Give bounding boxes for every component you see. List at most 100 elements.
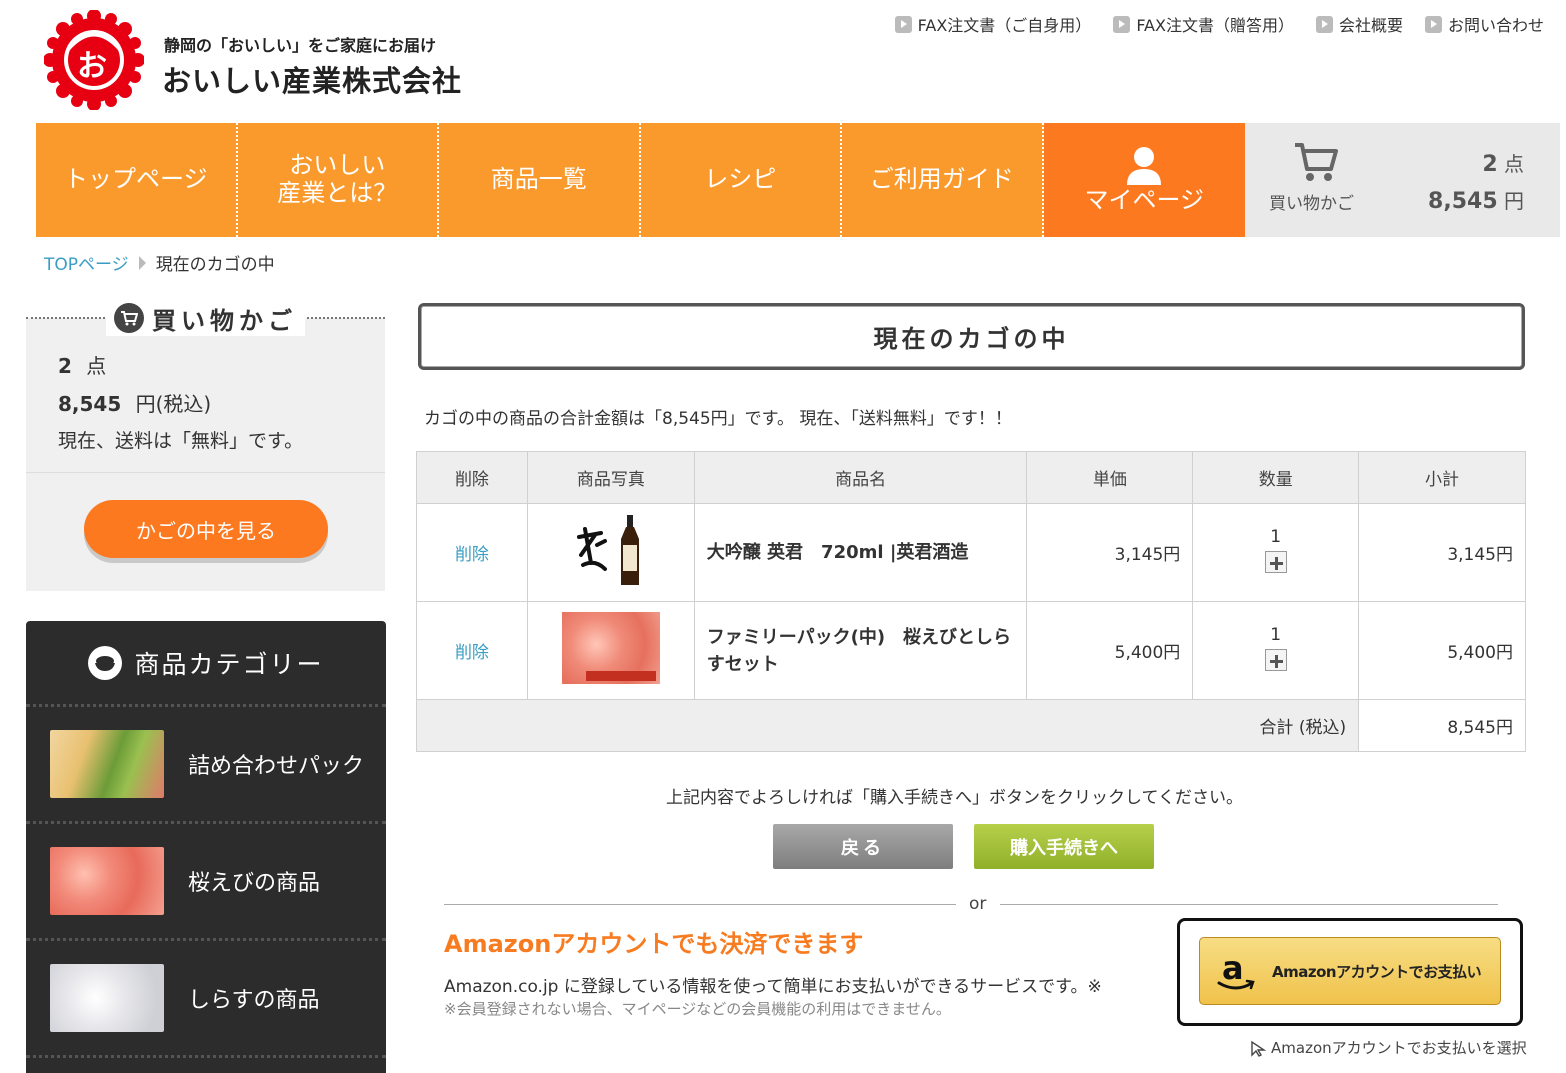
total-value: 8,545円 (1358, 699, 1526, 752)
sidebar-shipping-text: 現在、送料は「無料」です。 (58, 430, 304, 452)
nav-guide[interactable]: ご利用ガイド (842, 123, 1044, 237)
increase-quantity-button[interactable] (1264, 649, 1287, 671)
delete-link[interactable]: 削除 (455, 643, 489, 663)
sidebar-cart-title-text: 買い物かご (152, 306, 297, 335)
nav-recipes[interactable]: レシピ (640, 123, 842, 237)
category-thumbnail (50, 847, 164, 915)
util-link-label: 会社概要 (1338, 16, 1403, 35)
nav-about[interactable]: おいしい 産業とは？ (237, 123, 439, 237)
util-link-label: FAX注文書（ご自身用） (917, 16, 1092, 35)
quantity-cell: 1 (1192, 503, 1360, 602)
column-header: 小計 (1358, 451, 1526, 504)
fax-order-self-link[interactable]: FAX注文書（ご自身用） (894, 12, 1092, 36)
sidebar-cart-total: 8,545 円(税込) (58, 388, 211, 417)
amazon-pay-heading: Amazonアカウントでも決済できます (444, 930, 864, 958)
arrow-right-icon (894, 15, 912, 33)
nav-cart-count-unit: 点 (1504, 152, 1524, 176)
table-total-row: 合計 (税込) 8,545円 (415, 699, 1526, 752)
back-button[interactable]: 戻る (773, 824, 953, 869)
category-sakura-shrimp[interactable]: 桜えびの商品 (26, 824, 386, 941)
cart-table: 削除 商品写真 商品名 単価 数量 小計 削除 大吟醸 英君 720ml |英君… (415, 451, 1526, 752)
column-header: 単価 (1026, 451, 1194, 504)
amazon-logo-icon: a (1217, 949, 1255, 990)
confirm-message: 上記内容でよろしければ「購入手続きへ」ボタンをクリックしてください。 (666, 788, 1243, 808)
product-name[interactable]: ファミリーパック(中) 桜えびとしらすセット (695, 624, 1027, 678)
nav-mypage[interactable]: マイページ (1043, 123, 1245, 237)
amazon-pay-box: a Amazonアカウントでお支払い (1177, 918, 1523, 1026)
table-header-row: 削除 商品写真 商品名 単価 数量 小計 (416, 451, 1526, 504)
nav-mypage-label: マイページ (1084, 186, 1205, 215)
category-label: しらすの商品 (188, 988, 320, 1013)
logo[interactable]: お (43, 9, 145, 111)
amazon-pay-button-label: Amazonアカウントでお支払い (1272, 962, 1482, 981)
column-header: 商品写真 (526, 451, 695, 504)
amazon-pay-description: Amazon.co.jp に登録している情報を使って簡単にお支払いができるサービ… (444, 977, 1102, 997)
total-label: 合計 (税込) (415, 699, 1360, 752)
nav-cart-total: 8,545 円 (1428, 185, 1524, 214)
sidebar-cart: 買い物かご 2 点 8,545 円(税込) 現在、送料は「無料」です。 かごの中… (26, 300, 385, 591)
breadcrumb-current: 現在のカゴの中 (155, 255, 275, 275)
main-nav: トップページ おいしい 産業とは？ 商品一覧 レシピ ご利用ガイド マイページ … (36, 123, 1560, 237)
sidebar-cart-count-value: 2 (58, 354, 72, 378)
category-shirasu[interactable]: しらすの商品 (26, 941, 386, 1058)
amazon-select-label: Amazonアカウントでお支払いを選択 (1271, 1039, 1527, 1057)
category-label: 桜えびの商品 (188, 871, 321, 896)
sidebar-cart-title: 買い物かご (106, 300, 305, 336)
divider (1000, 904, 1498, 905)
sidebar-cart-total-unit: 円(税込) (135, 392, 212, 416)
logo-char: お (77, 49, 107, 84)
amazon-select-link[interactable]: Amazonアカウントでお支払いを選択 (1249, 1037, 1527, 1058)
nav-cart[interactable]: 買い物かご 2 点 8,545 円 (1245, 123, 1560, 237)
breadcrumb-separator-icon (138, 255, 146, 270)
user-icon (1127, 147, 1162, 186)
breadcrumb-home[interactable]: TOPページ (44, 250, 129, 275)
cursor-icon (1251, 1040, 1267, 1057)
product-image[interactable] (571, 515, 651, 585)
company-profile-link[interactable]: 会社概要 (1315, 12, 1403, 36)
column-header: 数量 (1192, 451, 1360, 504)
nav-cart-total-value: 8,545 (1428, 189, 1498, 214)
category-thumbnail (50, 964, 164, 1032)
fax-order-gift-link[interactable]: FAX注文書（贈答用） (1113, 12, 1294, 36)
nav-cart-total-unit: 円 (1504, 189, 1524, 213)
category-assorted-pack[interactable]: 詰め合わせパック (26, 707, 386, 824)
tagline: 静岡の「おいしい」をご家庭にお届け (164, 36, 437, 55)
view-cart-button[interactable]: かごの中を見る (84, 500, 328, 558)
sidebar-cart-count: 2 点 (58, 350, 106, 379)
proceed-to-checkout-button[interactable]: 購入手続きへ (974, 824, 1154, 869)
nav-products[interactable]: 商品一覧 (439, 123, 641, 237)
quantity-value: 1 (1270, 527, 1282, 547)
nav-cart-count: 2 点 (1482, 148, 1524, 177)
product-name[interactable]: 大吟醸 英君 720ml |英君酒造 (695, 539, 1027, 566)
company-name[interactable]: おいしい産業株式会社 (162, 58, 462, 100)
quantity-value: 1 (1270, 625, 1282, 645)
product-image[interactable] (561, 612, 660, 684)
amazon-pay-button[interactable]: a Amazonアカウントでお支払い (1199, 937, 1501, 1005)
categories-title: 商品カテゴリー (134, 649, 324, 679)
util-link-label: FAX注文書（贈答用） (1136, 16, 1294, 35)
subtotal: 5,400円 (1358, 601, 1526, 700)
sake-bottle-image (576, 515, 639, 585)
delete-link[interactable]: 削除 (455, 545, 489, 565)
util-link-label: お問い合わせ (1447, 16, 1544, 35)
unit-price: 3,145円 (1026, 503, 1194, 602)
or-separator: or (969, 894, 987, 914)
arrow-right-icon (1113, 15, 1131, 33)
cart-total-message: カゴの中の商品の合計金額は「8,545円」です。 現在、「送料無料」です！！ (424, 409, 1012, 429)
sidebar-cart-total-value: 8,545 (58, 392, 122, 416)
cart-icon (114, 303, 144, 333)
quantity-cell: 1 (1192, 601, 1360, 700)
sidebar-cart-count-unit: 点 (86, 354, 107, 378)
divider (26, 472, 385, 473)
contact-link[interactable]: お問い合わせ (1424, 12, 1544, 36)
category-thumbnail (50, 730, 164, 798)
increase-quantity-button[interactable] (1264, 551, 1287, 573)
nav-top-page[interactable]: トップページ (36, 123, 238, 237)
product-badge (585, 671, 656, 681)
arrow-right-icon (1424, 15, 1442, 33)
sidebar-categories: 商品カテゴリー 詰め合わせパック 桜えびの商品 しらすの商品 (26, 621, 386, 1073)
cart-icon (1295, 143, 1338, 181)
divider (444, 904, 956, 905)
subtotal: 3,145円 (1358, 503, 1526, 602)
column-header: 削除 (416, 451, 528, 504)
